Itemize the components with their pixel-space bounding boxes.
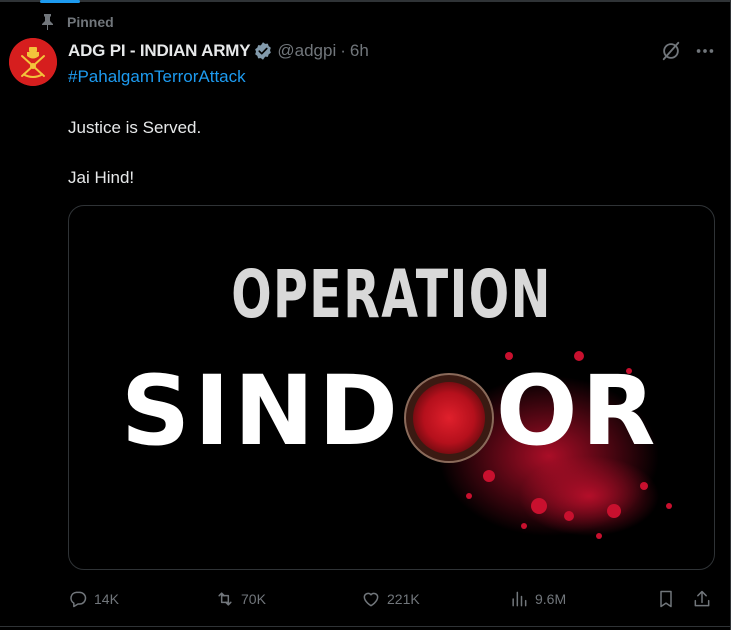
reply-icon — [70, 591, 87, 608]
pinned-label: Pinned — [67, 14, 114, 30]
like-count: 221K — [387, 591, 420, 607]
media-title-line1: OPERATION — [231, 256, 552, 333]
post-time[interactable]: 6h — [350, 41, 369, 61]
pinned-indicator: Pinned — [41, 12, 114, 32]
repost-button[interactable]: 70K — [215, 584, 266, 614]
repost-icon — [218, 592, 232, 606]
bookmark-button[interactable] — [656, 584, 676, 614]
post-text-line: Jai Hind! — [68, 168, 135, 187]
army-emblem-icon — [9, 38, 57, 86]
post-image[interactable]: OPERATION SIND OR — [68, 205, 715, 570]
bottom-divider — [0, 626, 731, 627]
share-button[interactable] — [692, 584, 712, 614]
post-text-line: Justice is Served. — [68, 118, 202, 137]
like-button[interactable]: 221K — [361, 584, 420, 614]
active-tab-indicator — [40, 0, 80, 3]
post-actions: 14K 70K 221K 9.6M — [68, 584, 718, 614]
media-title-part2: OR — [495, 355, 660, 467]
author-name[interactable]: ADG PI - INDIAN ARMY — [68, 41, 251, 61]
more-icon[interactable] — [694, 40, 716, 62]
reply-button[interactable]: 14K — [68, 584, 119, 614]
share-icon — [694, 590, 710, 607]
header-separator: · — [340, 41, 346, 60]
grok-icon[interactable] — [660, 40, 682, 62]
heart-icon — [363, 592, 379, 607]
verified-badge-icon[interactable] — [253, 41, 273, 61]
media-title-line2: SIND OR — [121, 363, 659, 459]
views-icon — [512, 591, 527, 607]
pin-icon — [42, 14, 53, 30]
sindoor-bowl — [406, 368, 492, 454]
avatar[interactable] — [9, 38, 57, 86]
hashtag-link[interactable]: #PahalgamTerrorAttack — [68, 67, 246, 87]
reply-count: 14K — [94, 591, 119, 607]
repost-count: 70K — [241, 591, 266, 607]
views-button[interactable]: 9.6M — [509, 584, 566, 614]
post-header: ADG PI - INDIAN ARMY @adgpi · 6h — [68, 40, 369, 62]
author-handle[interactable]: @adgpi — [277, 41, 336, 61]
media-title-part1: SIND — [121, 355, 402, 467]
bookmark-icon — [660, 590, 672, 608]
views-count: 9.6M — [535, 591, 567, 607]
top-divider — [0, 0, 731, 3]
